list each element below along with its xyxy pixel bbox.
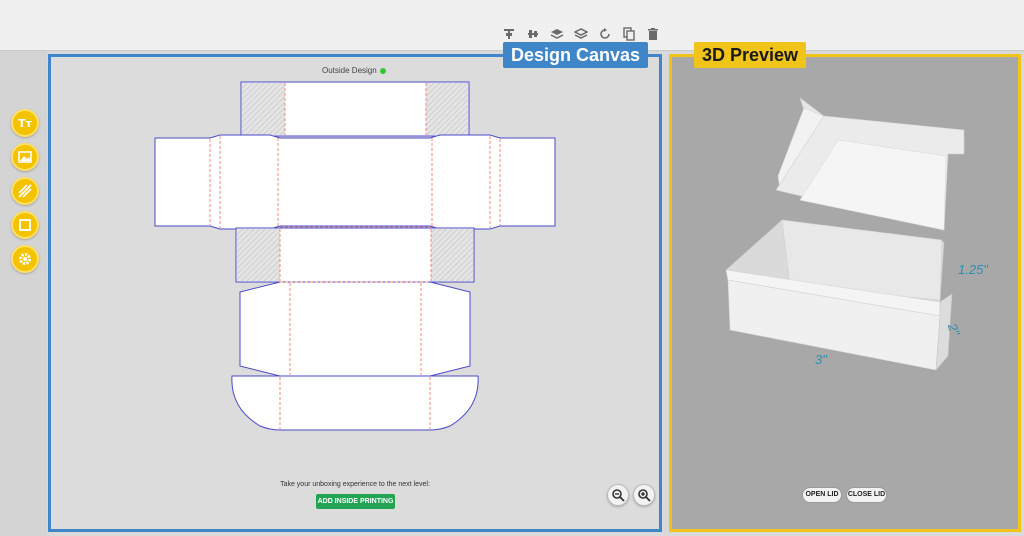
box-dieline[interactable]	[150, 78, 560, 434]
width-dimension: 3"	[815, 352, 827, 367]
box-3d-model[interactable]	[690, 80, 990, 380]
inside-printing-tagline: Take your unboxing experience to the nex…	[280, 481, 430, 488]
dieline-lower-band	[235, 226, 475, 283]
image-tool-button[interactable]	[11, 143, 39, 171]
zoom-out-icon	[612, 489, 625, 502]
settings-button[interactable]	[11, 245, 39, 273]
tool-sidebar: Tт	[0, 51, 47, 536]
preview-tag: 3D Preview	[694, 42, 807, 68]
app-window: Tт Design Canvas 3D Preview Outside Desi…	[0, 0, 1024, 536]
shape-tool-button[interactable]	[11, 211, 39, 239]
align-top-icon[interactable]	[502, 27, 516, 41]
zoom-in-icon	[638, 489, 651, 502]
dieline-top-flap	[240, 81, 470, 137]
align-center-icon[interactable]	[526, 27, 540, 41]
image-tool-icon	[18, 151, 32, 163]
text-tool-button[interactable]: Tт	[11, 109, 39, 137]
add-inside-printing-button[interactable]: ADD INSIDE PRINTING	[316, 494, 395, 509]
status-indicator	[380, 68, 386, 74]
close-lid-button[interactable]: CLOSE LID	[846, 487, 887, 503]
bring-forward-icon[interactable]	[550, 27, 564, 41]
duplicate-icon[interactable]	[622, 27, 636, 41]
settings-icon	[19, 253, 31, 265]
dieline-middle-band	[154, 134, 556, 230]
rotate-icon[interactable]	[598, 27, 612, 41]
open-lid-button[interactable]: OPEN LID	[802, 487, 842, 503]
pattern-tool-icon	[18, 184, 32, 198]
design-canvas-tag: Design Canvas	[503, 42, 649, 68]
pattern-tool-button[interactable]	[11, 177, 39, 205]
zoom-in-button[interactable]	[633, 484, 655, 506]
send-backward-icon[interactable]	[573, 27, 589, 41]
dieline-front-flap	[231, 375, 479, 431]
height-dimension: 1.25"	[958, 262, 988, 277]
outside-design-label: Outside Design	[322, 66, 377, 75]
zoom-out-button[interactable]	[607, 484, 629, 506]
dieline-bottom-panel	[239, 281, 471, 377]
text-tool-icon: Tт	[18, 116, 32, 130]
shape-tool-icon	[19, 219, 31, 231]
delete-icon[interactable]	[646, 27, 660, 41]
